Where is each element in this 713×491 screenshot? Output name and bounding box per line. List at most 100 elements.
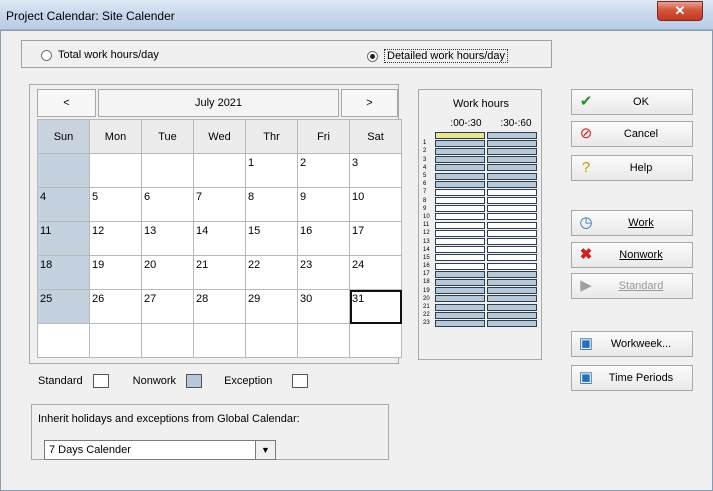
hour-slot[interactable]	[487, 262, 537, 270]
total-hours-radio[interactable]: Total work hours/day	[41, 49, 159, 61]
day-cell[interactable]: 12	[89, 221, 142, 256]
day-cell[interactable]: 26	[89, 289, 142, 324]
hour-slot[interactable]	[435, 139, 485, 147]
prev-month-button[interactable]: <	[37, 89, 96, 117]
hour-slot[interactable]	[487, 278, 537, 286]
workweek-button[interactable]: ▣ Workweek...	[571, 331, 693, 357]
hour-slot[interactable]	[435, 270, 485, 278]
hour-slot[interactable]	[435, 311, 485, 319]
day-cell[interactable]: 25	[37, 289, 90, 324]
nonwork-button[interactable]: ✖ Nonwork	[571, 242, 693, 268]
hour-slot[interactable]	[435, 156, 485, 164]
hour-slot[interactable]	[435, 131, 485, 139]
day-cell[interactable]: 30	[297, 289, 350, 324]
standard-button[interactable]: ▶ Standard	[571, 273, 693, 299]
cancel-button[interactable]: ⊘ Cancel	[571, 121, 693, 147]
hour-slot[interactable]	[487, 238, 537, 246]
hour-slot[interactable]	[435, 205, 485, 213]
day-cell[interactable]	[193, 323, 246, 358]
day-cell[interactable]: 4	[37, 187, 90, 222]
hour-slot[interactable]	[435, 278, 485, 286]
hour-slot[interactable]	[435, 180, 485, 188]
day-cell[interactable]: 27	[141, 289, 194, 324]
day-cell[interactable]: 10	[349, 187, 402, 222]
day-cell[interactable]: 29	[245, 289, 298, 324]
day-cell[interactable]: 23	[297, 255, 350, 290]
hour-slot[interactable]	[435, 172, 485, 180]
hour-slot[interactable]	[487, 139, 537, 147]
day-cell[interactable]	[245, 323, 298, 358]
day-cell[interactable]	[89, 323, 142, 358]
hour-slot[interactable]	[487, 213, 537, 221]
chevron-down-icon[interactable]: ▼	[255, 441, 275, 459]
day-cell[interactable]: 16	[297, 221, 350, 256]
day-cell[interactable]: 20	[141, 255, 194, 290]
hour-slot[interactable]	[435, 303, 485, 311]
day-cell[interactable]: 22	[245, 255, 298, 290]
day-cell[interactable]: 19	[89, 255, 142, 290]
day-cell[interactable]: 5	[89, 187, 142, 222]
day-cell[interactable]: 11	[37, 221, 90, 256]
hour-slot[interactable]	[435, 262, 485, 270]
hour-slot[interactable]	[487, 147, 537, 155]
hour-slot[interactable]	[435, 197, 485, 205]
hour-slot[interactable]	[435, 229, 485, 237]
hour-slot[interactable]	[435, 287, 485, 295]
hour-slot[interactable]	[435, 147, 485, 155]
hour-slot[interactable]	[487, 180, 537, 188]
hour-slot[interactable]	[487, 254, 537, 262]
time-periods-button[interactable]: ▣ Time Periods	[571, 365, 693, 391]
work-button[interactable]: ◷ Work	[571, 210, 693, 236]
day-cell[interactable]: 8	[245, 187, 298, 222]
hour-slot[interactable]	[487, 270, 537, 278]
hour-slot[interactable]	[435, 164, 485, 172]
hour-slot[interactable]	[487, 311, 537, 319]
day-cell[interactable]	[89, 153, 142, 188]
hour-slot[interactable]	[487, 164, 537, 172]
ok-button[interactable]: ✔ OK	[571, 89, 693, 115]
hour-slot[interactable]	[435, 319, 485, 327]
day-cell[interactable]	[141, 323, 194, 358]
hour-slot[interactable]	[435, 221, 485, 229]
day-cell[interactable]	[37, 323, 90, 358]
hour-slot[interactable]	[487, 319, 537, 327]
hour-slot[interactable]	[487, 131, 537, 139]
hour-slot[interactable]	[487, 156, 537, 164]
day-cell[interactable]: 18	[37, 255, 90, 290]
day-cell-selected[interactable]: 31	[349, 289, 402, 324]
day-cell[interactable]: 14	[193, 221, 246, 256]
day-cell[interactable]: 2	[297, 153, 350, 188]
hour-slot[interactable]	[487, 221, 537, 229]
hour-slot[interactable]	[435, 295, 485, 303]
hour-slot[interactable]	[487, 303, 537, 311]
hour-slot[interactable]	[435, 188, 485, 196]
hour-slot[interactable]	[435, 246, 485, 254]
day-cell[interactable]: 21	[193, 255, 246, 290]
help-button[interactable]: ? Help	[571, 155, 693, 181]
hour-slot[interactable]	[487, 197, 537, 205]
day-cell[interactable]: 13	[141, 221, 194, 256]
day-cell[interactable]: 15	[245, 221, 298, 256]
hour-slot[interactable]	[487, 287, 537, 295]
day-cell[interactable]: 28	[193, 289, 246, 324]
day-cell[interactable]: 17	[349, 221, 402, 256]
detailed-hours-radio[interactable]: Detailed work hours/day	[367, 49, 509, 63]
hour-slot[interactable]	[487, 205, 537, 213]
close-button[interactable]: ✕	[657, 1, 703, 21]
day-cell[interactable]	[297, 323, 350, 358]
hour-slot[interactable]	[435, 238, 485, 246]
day-cell[interactable]	[349, 323, 402, 358]
global-calendar-select[interactable]: 7 Days Calender ▼	[44, 440, 276, 460]
hour-slot[interactable]	[435, 254, 485, 262]
day-cell[interactable]: 9	[297, 187, 350, 222]
hour-slot[interactable]	[487, 246, 537, 254]
hour-slot[interactable]	[487, 172, 537, 180]
day-cell[interactable]	[193, 153, 246, 188]
hour-slot[interactable]	[487, 188, 537, 196]
day-cell[interactable]: 6	[141, 187, 194, 222]
day-cell[interactable]	[37, 153, 90, 188]
day-cell[interactable]	[141, 153, 194, 188]
day-cell[interactable]: 24	[349, 255, 402, 290]
day-cell[interactable]: 1	[245, 153, 298, 188]
next-month-button[interactable]: >	[341, 89, 398, 117]
